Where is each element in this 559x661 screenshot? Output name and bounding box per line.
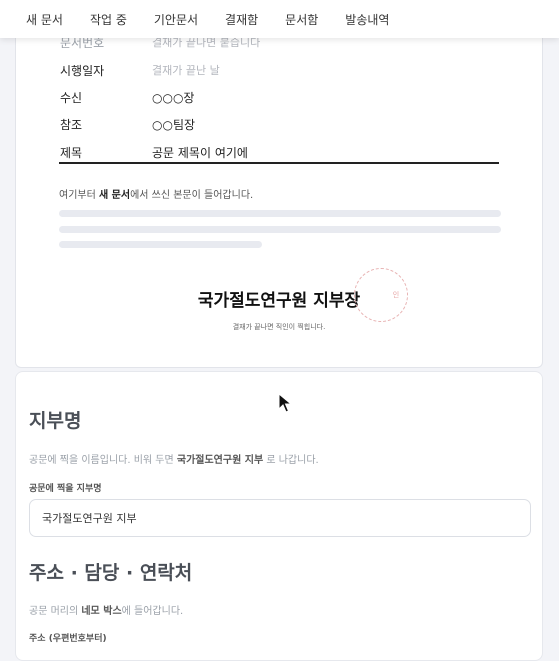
nav-approval-box[interactable]: 결재함	[225, 11, 258, 28]
document-preview: 문서번호 결재가 끝나면 붙습니다 시행일자 결재가 끝난 날 수신 ○○○장 …	[15, 20, 543, 368]
nav-drafts[interactable]: 기안문서	[154, 11, 198, 28]
branch-name-input[interactable]	[29, 499, 531, 537]
field-value: ○○○장	[152, 91, 195, 105]
body-placeholder-note: 여기부터 새 문서에서 쓰신 본문이 들어갑니다.	[59, 190, 254, 201]
subject-divider	[59, 162, 499, 164]
nav-sent-history[interactable]: 발송내역	[345, 11, 389, 28]
nav-in-progress[interactable]: 작업 중	[90, 11, 127, 28]
sender-name: 국가절도연구원 지부장	[197, 291, 361, 311]
field-label: 시행일자	[60, 64, 105, 78]
field-label: 제목	[60, 146, 83, 160]
seal-stamp-placeholder: 인	[354, 268, 408, 322]
section-desc-contact: 공문 머리의 네모 박스에 들어갑니다.	[29, 606, 184, 617]
field-label: 참조	[60, 118, 83, 132]
field-label: 수신	[60, 91, 83, 105]
mouse-cursor-icon	[278, 393, 292, 413]
branch-name-label: 공문에 찍을 지부명	[29, 484, 102, 494]
section-title-contact: 주소 · 담당 · 연락처	[29, 562, 193, 584]
field-value: ○○팀장	[152, 118, 196, 132]
section-title-branch: 지부명	[29, 410, 82, 432]
body-placeholder-line	[59, 226, 501, 233]
seal-note: 결재가 끝나면 직인이 찍힙니다.	[232, 323, 326, 331]
nav-new-document[interactable]: 새 문서	[26, 11, 63, 28]
top-navigation: 새 문서 작업 중 기안문서 결재함 문서함 발송내역	[0, 0, 559, 38]
field-value: 공문 제목이 여기에	[152, 146, 248, 160]
field-value: 결재가 끝난 날	[152, 64, 220, 77]
body-placeholder-line	[59, 241, 262, 248]
nav-document-box[interactable]: 문서함	[285, 11, 318, 28]
section-desc-branch: 공문에 찍을 이름입니다. 비워 두면 국가절도연구원 지부 로 나갑니다.	[29, 455, 319, 466]
settings-panel: 지부명 공문에 찍을 이름입니다. 비워 두면 국가절도연구원 지부 로 나갑니…	[15, 371, 543, 661]
address-label: 주소 (우편번호부터)	[29, 634, 107, 644]
body-placeholder-line	[59, 210, 501, 217]
